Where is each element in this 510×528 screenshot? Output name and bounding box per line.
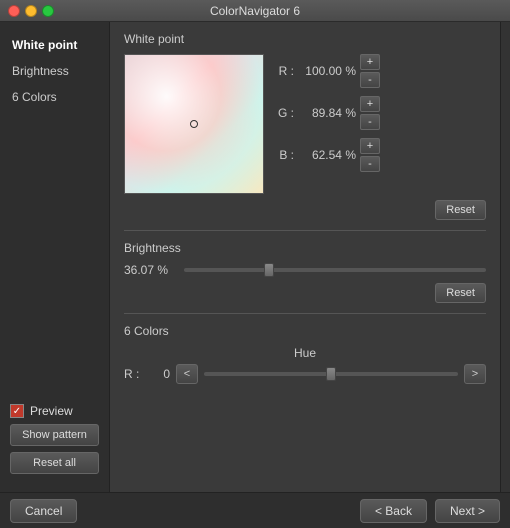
preview-label: Preview [30,404,73,418]
content-area: White point R : 100.00 % + - G : [110,22,500,492]
b-channel: B : 62.54 % + - [276,138,380,172]
r-plus-button[interactable]: + [360,54,380,70]
color-controls: R : 100.00 % + - G : 89.84 % + - [276,54,380,172]
g-value: 89.84 % [298,106,356,120]
white-point-title: White point [124,32,486,46]
b-plus-button[interactable]: + [360,138,380,154]
b-plusminus: + - [360,138,380,172]
hue-slider-track[interactable] [204,372,458,376]
maximize-button[interactable] [42,5,54,17]
hue-right-arrow-button[interactable]: > [464,364,486,384]
window-title: ColorNavigator 6 [210,4,300,18]
sidebar: White point Brightness 6 Colors ✓ Previe… [0,22,110,492]
brightness-reset-button[interactable]: Reset [435,283,486,303]
g-minus-button[interactable]: - [360,114,380,130]
brightness-slider-track[interactable] [184,268,486,272]
color-crosshair [190,120,198,128]
close-button[interactable] [8,5,20,17]
color-square[interactable] [124,54,264,194]
sidebar-bottom: ✓ Preview Show pattern Reset all [0,396,109,482]
brightness-slider-thumb[interactable] [264,263,274,277]
hue-left-arrow-button[interactable]: < [176,364,198,384]
scrollbar[interactable] [500,22,510,492]
r-plusminus: + - [360,54,380,88]
hue-row: R : 0 < > [124,364,486,384]
cancel-button[interactable]: Cancel [10,499,77,523]
brightness-title: Brightness [124,241,486,255]
wp-reset-row: Reset [124,200,486,220]
back-button[interactable]: < Back [360,499,427,523]
brightness-section: Brightness 36.07 % Reset [124,241,486,303]
sidebar-item-white-point[interactable]: White point [0,32,109,58]
brightness-reset-row: Reset [124,283,486,303]
sidebar-item-brightness[interactable]: Brightness [0,58,109,84]
r-minus-button[interactable]: - [360,72,380,88]
window-controls[interactable] [8,5,54,17]
hue-r-label: R : [124,367,144,381]
sidebar-item-6colors[interactable]: 6 Colors [0,84,109,110]
show-pattern-button[interactable]: Show pattern [10,424,99,446]
preview-checkbox[interactable]: ✓ [10,404,24,418]
hue-r-value: 0 [150,367,170,381]
r-value: 100.00 % [298,64,356,78]
r-channel: R : 100.00 % + - [276,54,380,88]
brightness-value: 36.07 % [124,263,176,277]
g-label: G : [276,106,294,120]
minimize-button[interactable] [25,5,37,17]
hue-slider-thumb[interactable] [326,367,336,381]
divider-2 [124,313,486,314]
brightness-row: 36.07 % [124,263,486,277]
r-label: R : [276,64,294,78]
preview-row: ✓ Preview [10,404,99,418]
color-picker-area: R : 100.00 % + - G : 89.84 % + - [124,54,486,194]
six-colors-title: 6 Colors [124,324,486,338]
white-point-reset-button[interactable]: Reset [435,200,486,220]
hue-label: Hue [124,346,486,360]
next-button[interactable]: Next > [435,499,500,523]
reset-all-button[interactable]: Reset all [10,452,99,474]
main-layout: White point Brightness 6 Colors ✓ Previe… [0,22,510,492]
g-channel: G : 89.84 % + - [276,96,380,130]
six-colors-section: 6 Colors Hue R : 0 < > [124,324,486,384]
b-value: 62.54 % [298,148,356,162]
g-plusminus: + - [360,96,380,130]
b-label: B : [276,148,294,162]
title-bar: ColorNavigator 6 [0,0,510,22]
divider-1 [124,230,486,231]
g-plus-button[interactable]: + [360,96,380,112]
bottom-bar: Cancel < Back Next > [0,492,510,528]
b-minus-button[interactable]: - [360,156,380,172]
